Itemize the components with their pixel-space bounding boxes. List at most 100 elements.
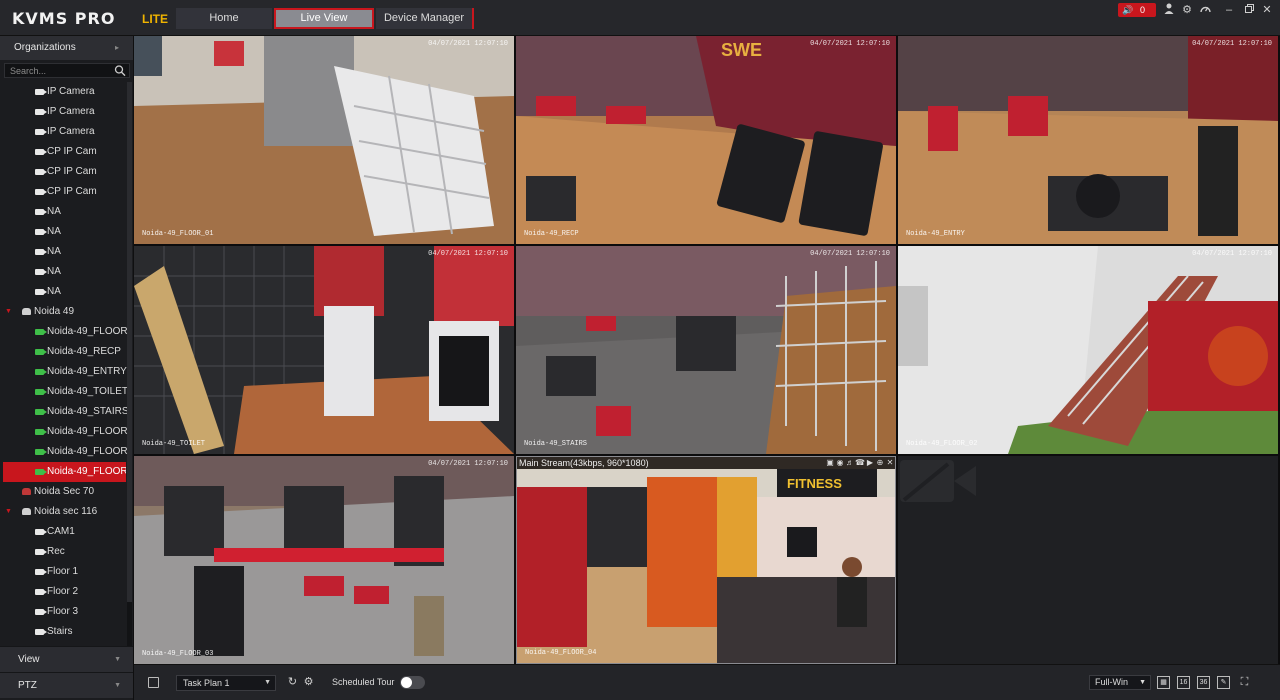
view-panel-header[interactable]: View ▼ [0,646,133,672]
chevron-down-icon: ▼ [1139,679,1146,686]
tab-home[interactable]: Home [176,8,272,29]
expand-caret-icon[interactable]: ▼ [5,302,12,322]
tab-live-view[interactable]: Live View [274,8,374,29]
tree-scrollbar[interactable] [127,82,132,646]
snapshot-icon[interactable]: ◉ [835,457,845,469]
restore-icon[interactable] [1242,3,1256,17]
video-tile-floor-04[interactable]: FITNESS Main Stream(43kbps, 960*1080) ▣ ◉… [516,456,896,664]
tree-item[interactable]: ▼ Noida 49 [0,302,128,322]
camera-icon [35,469,47,475]
layout-36-button[interactable]: 36 [1197,676,1210,689]
user-icon[interactable] [1162,3,1176,17]
layout-16-button[interactable]: 16 [1177,676,1190,689]
kvms-app: KVMS PRO LITE Home Live View Device Mana… [0,0,1280,700]
video-tile-toilet[interactable]: 04/07/2021 12:07:10 Noida-49_TOILET [134,246,514,454]
tree-item[interactable]: Noida-49_ENTRY [0,362,128,382]
tree-item-label: CP IP Cam [47,166,97,177]
scheduled-tour-toggle[interactable] [400,676,425,689]
talk-icon[interactable]: ☎ [855,457,865,469]
video-tile-floor-03[interactable]: 04/07/2021 12:07:10 Noida-49_FLOOR_03 [134,456,514,664]
tree-item[interactable]: NA [0,262,128,282]
tree-item[interactable]: CP IP Cam [0,182,128,202]
tree-item[interactable]: NA [0,202,128,222]
tree-item[interactable]: IP Camera [0,122,128,142]
osd-camera-name: Noida-49_FLOOR_02 [906,440,978,448]
gauge-icon[interactable] [1198,3,1212,17]
audio-icon[interactable]: ♬ [845,457,855,469]
osd-camera-name: Noida-49_RECP [524,230,579,238]
camera-icon [35,269,47,275]
fullscreen-icon[interactable]: ⛶ [1238,676,1251,689]
tree-item[interactable]: Floor 1 [0,562,128,582]
task-plan-select[interactable]: Task Plan 1 ▼ [176,675,276,691]
search-icon[interactable] [114,64,126,77]
window-mode-value: Full-Win [1095,677,1128,687]
tree-item[interactable]: Noida-49_FLOOR_ [3,462,126,482]
tree-item[interactable]: ▼ Noida sec 116 [0,502,128,522]
camera-icon [35,109,47,115]
window-mode-select[interactable]: Full-Win ▼ [1089,675,1151,690]
video-tile-stairs[interactable]: 04/07/2021 12:07:10 Noida-49_STAIRS [516,246,896,454]
scrollbar-thumb[interactable] [127,82,132,602]
video-frame [134,246,514,454]
alarm-button[interactable]: 🔊 0 [1118,3,1156,17]
minimize-icon[interactable]: – [1222,3,1236,17]
tree-item[interactable]: Noida-49_TOILET [0,382,128,402]
tree-item[interactable]: CP IP Cam [0,142,128,162]
tree-item[interactable]: Noida-49_RECP [0,342,128,362]
video-tile-entry[interactable]: 04/07/2021 12:07:10 Noida-49_ENTRY [898,36,1278,244]
tree-item[interactable]: Noida-49_FLOOR_ [0,442,128,462]
camera-icon [35,629,47,635]
refresh-icon[interactable]: ↻ [286,676,299,689]
search-input[interactable] [10,65,110,77]
osd-camera-name: Noida-49_FLOOR_03 [142,650,214,658]
tree-item[interactable]: Floor 2 [0,582,128,602]
camera-icon [35,449,47,455]
gear-icon[interactable]: ⚙ [1180,3,1194,17]
close-icon[interactable]: ✕ [885,457,895,469]
camera-icon [35,429,47,435]
tree-item[interactable]: Floor 3 [0,602,128,622]
tree-item[interactable]: Noida Sec 70 [0,482,128,502]
close-icon[interactable]: ✕ [1260,3,1274,17]
video-tile-empty[interactable] [898,456,1278,664]
custom-layout-icon[interactable]: ✎ [1217,676,1230,689]
tree-item[interactable]: Stairs [0,622,128,642]
tree-item[interactable]: Noida-49_FLOOR_ [0,322,128,342]
record-icon[interactable]: ▣ [825,457,835,469]
tree-item[interactable]: NA [0,242,128,262]
video-tile-floor-02[interactable]: 04/07/2021 12:07:10 Noida-49_FLOOR_02 [898,246,1278,454]
tree-item[interactable]: NA [0,282,128,302]
zoom-icon[interactable]: ⊕ [875,457,885,469]
playback-icon[interactable]: ▶ [865,457,875,469]
organizations-header[interactable]: Organizations ▸ [0,36,133,60]
tour-settings-icon[interactable]: ⚙ [302,676,315,689]
ptz-panel-header[interactable]: PTZ ▼ [0,672,133,698]
camera-icon [35,89,47,95]
tree-item[interactable]: Noida-49_STAIRS [0,402,128,422]
tree-item[interactable]: IP Camera [0,102,128,122]
video-frame [134,36,514,244]
tree-item[interactable]: CAM1 [0,522,128,542]
save-view-icon[interactable] [148,677,159,688]
video-tile-floor-01[interactable]: 04/07/2021 12:07:10 Noida-49_FLOOR_01 [134,36,514,244]
tree-item[interactable]: IP Camera [0,82,128,102]
stream-info-bar: Main Stream(43kbps, 960*1080) ▣ ◉ ♬☎ ▶ ⊕ ✕ [517,457,895,469]
tree-item[interactable]: CP IP Cam [0,162,128,182]
tab-device-manager[interactable]: Device Manager [376,8,474,29]
tree-item[interactable]: Rec [0,542,128,562]
tree-item[interactable]: NA [0,222,128,242]
tree-item-label: NA [47,226,61,237]
tree-item-label: Noida Sec 70 [34,486,95,497]
svg-text:FITNESS: FITNESS [787,476,842,491]
grid-layout-icon[interactable]: ▦ [1157,676,1170,689]
tree-item-label: NA [47,266,61,277]
video-tile-recp[interactable]: SWE 04/07/2021 12:07:10 Noida-49_RECP [516,36,896,244]
expand-caret-icon[interactable]: ▼ [5,502,12,522]
camera-icon [35,329,47,335]
tree-item[interactable]: Noida-49_FLOOR_ [0,422,128,442]
video-frame [134,456,514,664]
alarm-count: 0 [1140,5,1146,15]
live-view-grid: 04/07/2021 12:07:10 Noida-49_FLOOR_01 SW… [134,36,1280,664]
svg-text:SWE: SWE [721,40,762,60]
